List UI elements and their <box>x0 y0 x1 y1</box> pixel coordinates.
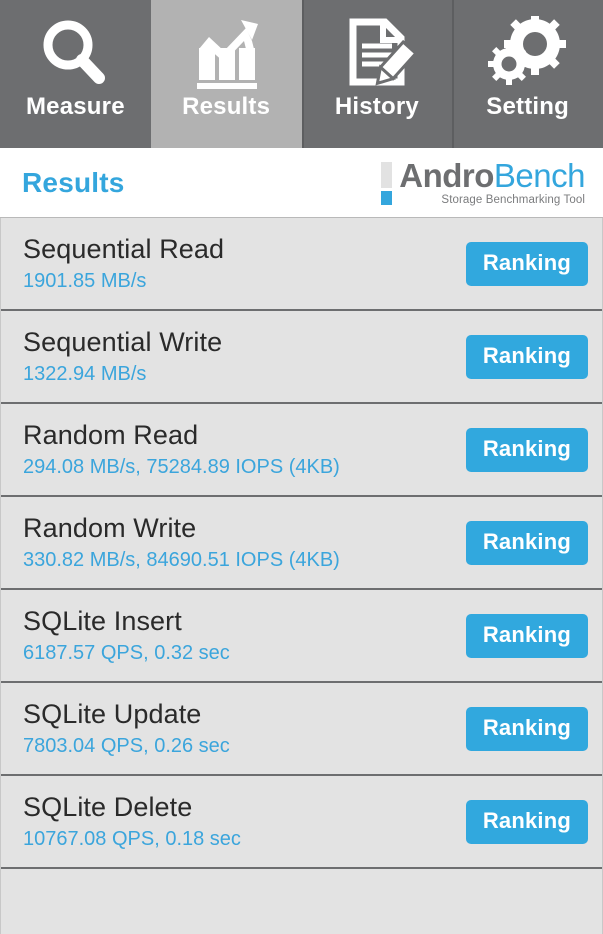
ranking-button[interactable]: Ranking <box>465 241 588 286</box>
table-row[interactable]: Sequential Write 1322.94 MB/s Ranking <box>1 311 602 404</box>
row-title: SQLite Delete <box>23 792 193 822</box>
table-row[interactable]: Random Read 294.08 MB/s, 75284.89 IOPS (… <box>1 404 602 497</box>
document-pencil-icon <box>302 14 453 92</box>
row-value: 1322.94 MB/s <box>23 363 147 385</box>
table-row[interactable]: SQLite Update 7803.04 QPS, 0.26 sec Rank… <box>1 683 602 776</box>
row-title: Random Read <box>23 420 199 450</box>
tab-measure[interactable]: Measure <box>0 0 151 148</box>
search-icon <box>0 14 151 92</box>
row-value: 1901.85 MB/s <box>23 270 147 292</box>
tab-results-label: Results <box>182 93 271 120</box>
ranking-button[interactable]: Ranking <box>465 334 588 379</box>
ranking-button[interactable]: Ranking <box>465 613 588 658</box>
row-title: SQLite Insert <box>23 606 182 636</box>
row-title: Sequential Write <box>23 327 223 357</box>
bar-chart-trend-icon <box>151 14 302 92</box>
logo-bar-icon <box>381 161 393 205</box>
tab-history-label: History <box>334 93 419 120</box>
table-row[interactable]: SQLite Insert 6187.57 QPS, 0.32 sec Rank… <box>1 590 602 683</box>
row-value: 330.82 MB/s, 84690.51 IOPS (4KB) <box>23 549 340 571</box>
ranking-button[interactable]: Ranking <box>465 427 588 472</box>
row-value: 10767.08 QPS, 0.18 sec <box>23 828 241 850</box>
tab-results[interactable]: Results <box>150 0 302 148</box>
page-header: Results AndroBench Storage Benchmarking … <box>0 148 603 218</box>
ranking-button[interactable]: Ranking <box>465 799 588 844</box>
table-row[interactable]: SQLite Delete 10767.08 QPS, 0.18 sec Ran… <box>1 776 602 869</box>
ranking-button[interactable]: Ranking <box>465 706 588 751</box>
logo-tagline: Storage Benchmarking Tool <box>441 194 585 206</box>
table-row[interactable]: Random Write 330.82 MB/s, 84690.51 IOPS … <box>1 497 602 590</box>
table-row[interactable]: Sequential Read 1901.85 MB/s Ranking <box>1 218 602 311</box>
androbench-app: Measure Results History Setting Results … <box>0 0 603 934</box>
logo-word-andro: Andro <box>399 157 494 194</box>
tab-bar: Measure Results History Setting <box>0 0 603 148</box>
row-title: Sequential Read <box>23 234 225 264</box>
row-value: 6187.57 QPS, 0.32 sec <box>23 642 230 664</box>
tab-setting[interactable]: Setting <box>452 0 603 148</box>
page-title: Results <box>22 166 125 198</box>
tab-history[interactable]: History <box>301 0 453 148</box>
row-value: 7803.04 QPS, 0.26 sec <box>23 735 230 757</box>
row-value: 294.08 MB/s, 75284.89 IOPS (4KB) <box>23 456 340 478</box>
androbench-logo: AndroBench Storage Benchmarking Tool <box>381 159 586 207</box>
ranking-button[interactable]: Ranking <box>465 520 588 565</box>
tab-setting-label: Setting <box>486 93 569 120</box>
row-title: Random Write <box>23 513 197 543</box>
results-list: Sequential Read 1901.85 MB/s Ranking Seq… <box>0 218 603 934</box>
logo-word-bench: Bench <box>493 157 586 194</box>
gears-icon <box>452 14 603 92</box>
tab-measure-label: Measure <box>25 93 125 120</box>
logo-wordmark: AndroBench <box>399 159 585 192</box>
row-title: SQLite Update <box>23 699 202 729</box>
